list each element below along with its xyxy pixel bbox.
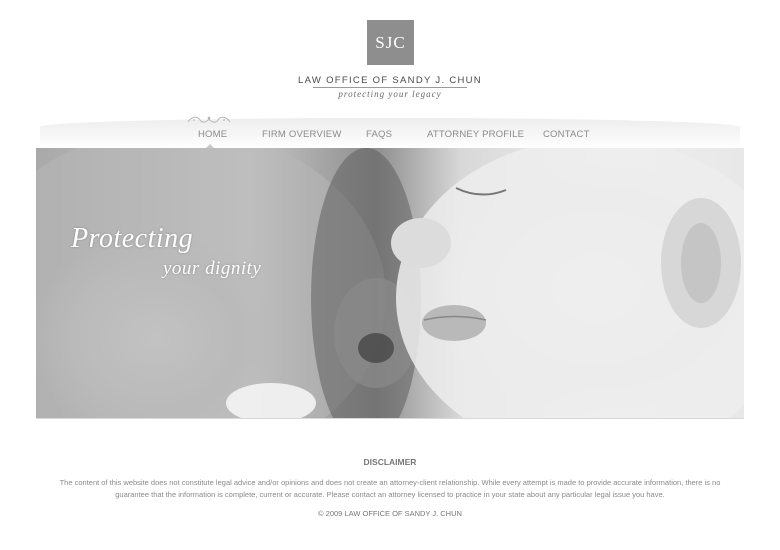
nav-contact[interactable]: CONTACT [543, 129, 590, 140]
header-divider [313, 87, 467, 88]
disclaimer-text: The content of this website does not con… [59, 478, 721, 499]
copyright: © 2009 LAW OFFICE OF SANDY J. CHUN [318, 509, 462, 518]
nav-home[interactable]: HOME [198, 129, 227, 140]
hero-subheadline: your dignity [163, 258, 262, 279]
firm-name: LAW OFFICE OF SANDY J. CHUN [298, 75, 482, 86]
flourish-ornament-icon [187, 116, 231, 123]
nav-faqs[interactable]: FAQS [366, 129, 392, 140]
hero-photo [36, 148, 744, 418]
nav-attorney-profile[interactable]: ATTORNEY PROFILE [427, 129, 524, 140]
logo[interactable]: SJC [367, 20, 414, 65]
hero-headline: Protecting [71, 223, 194, 254]
disclaimer-title: DISCLAIMER [363, 457, 417, 467]
hero-banner: Protecting your dignity [36, 148, 744, 419]
nav-firm-overview[interactable]: FIRM OVERVIEW [262, 129, 342, 140]
tagline: protecting your legacy [338, 89, 442, 99]
logo-monogram: SJC [375, 32, 406, 52]
